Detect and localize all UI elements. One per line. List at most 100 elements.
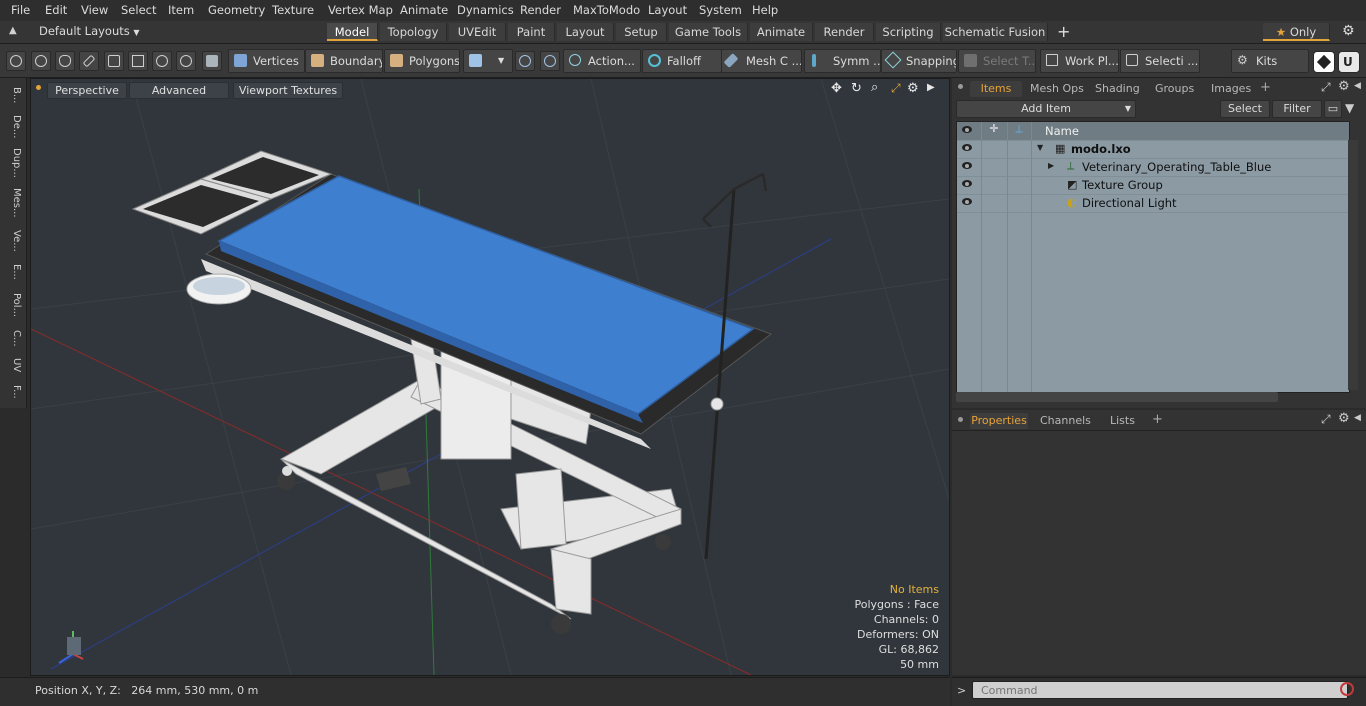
maximize-icon[interactable]: ⤢: [891, 81, 901, 96]
select-button[interactable]: Select: [1220, 100, 1270, 118]
expand-arrow-icon[interactable]: ▼: [1037, 143, 1043, 152]
menu-render[interactable]: Render: [520, 3, 561, 17]
tree-row-texture-group[interactable]: ◩ Texture Group: [957, 176, 1349, 195]
unity-icon[interactable]: [1313, 51, 1335, 73]
tab-paint[interactable]: Paint: [508, 23, 555, 41]
unreal-icon[interactable]: U: [1338, 51, 1360, 73]
snapping-button[interactable]: Snapping: [881, 49, 957, 73]
chevron-right-icon[interactable]: ▶: [927, 82, 935, 93]
add-tab-icon[interactable]: +: [1260, 80, 1271, 95]
material-mode-button[interactable]: ▼: [463, 49, 513, 73]
tab-items[interactable]: Items: [970, 81, 1022, 97]
panel-menu-dot-icon[interactable]: [958, 84, 963, 89]
tab-render[interactable]: Render: [815, 23, 874, 41]
tab-scripting[interactable]: Scripting: [876, 23, 941, 41]
filter-funnel-icon[interactable]: ▼: [1345, 101, 1354, 115]
scale-icon[interactable]: [176, 51, 196, 71]
kits-button[interactable]: ⚙ Kits: [1231, 49, 1309, 73]
tree-vertical-scrollbar[interactable]: [1348, 140, 1358, 390]
gear-icon[interactable]: ⚙: [1338, 79, 1350, 94]
tab-channels[interactable]: Channels: [1040, 413, 1091, 429]
selection-sets-button[interactable]: Selecti ...: [1120, 49, 1200, 73]
expand-arrow-icon[interactable]: ▶: [1048, 161, 1054, 170]
menu-view[interactable]: View: [81, 3, 108, 17]
left-tab-uv[interactable]: UV: [4, 354, 22, 376]
menu-edit[interactable]: Edit: [45, 3, 67, 17]
visibility-icon[interactable]: [962, 144, 972, 151]
symmetry-button[interactable]: Symm ...: [804, 49, 881, 73]
left-tab-fusion[interactable]: F...: [4, 380, 22, 404]
tree-row-light[interactable]: ◐ Directional Light: [957, 194, 1349, 213]
chevron-left-icon[interactable]: ◀: [1354, 81, 1361, 91]
pivot-icon[interactable]: [515, 51, 535, 71]
menu-help[interactable]: Help: [752, 3, 778, 17]
menu-vertex-map[interactable]: Vertex Map: [328, 3, 393, 17]
tab-groups[interactable]: Groups: [1155, 81, 1194, 97]
polygons-button[interactable]: Polygons: [384, 49, 460, 73]
lasso-icon[interactable]: [55, 51, 75, 71]
brush-icon[interactable]: [79, 51, 99, 71]
item-mode-icon[interactable]: [202, 51, 222, 71]
add-tab-button[interactable]: +: [1057, 22, 1070, 41]
tab-properties[interactable]: Properties: [970, 413, 1028, 429]
tree-horizontal-scrollbar[interactable]: [956, 392, 1278, 402]
expand-icon[interactable]: ⤢: [1321, 412, 1331, 427]
tab-schematic-fusion[interactable]: Schematic Fusion: [943, 23, 1048, 41]
rotate-icon[interactable]: [152, 51, 172, 71]
name-column-header[interactable]: Name: [1045, 124, 1079, 138]
record-icon[interactable]: [1340, 682, 1354, 696]
work-plane-button[interactable]: Work Pl...: [1040, 49, 1119, 73]
visibility-icon[interactable]: [962, 198, 972, 205]
tab-layout[interactable]: Layout: [557, 23, 614, 41]
filter-button[interactable]: Filter: [1272, 100, 1322, 118]
zoom-icon[interactable]: ⌕: [871, 80, 878, 95]
menu-animate[interactable]: Animate: [400, 3, 448, 17]
menu-system[interactable]: System: [699, 3, 742, 17]
tab-shading[interactable]: Shading: [1095, 81, 1140, 97]
gear-icon[interactable]: ⚙: [1338, 411, 1350, 426]
tab-animate[interactable]: Animate: [750, 23, 813, 41]
tab-game-tools[interactable]: Game Tools: [669, 23, 748, 41]
visibility-icon[interactable]: [962, 180, 972, 187]
panel-menu-dot-icon[interactable]: [958, 417, 963, 422]
transform-icon[interactable]: [104, 51, 124, 71]
left-tab-duplicate[interactable]: Dup...: [4, 146, 22, 180]
viewport-menu-dot-icon[interactable]: [36, 85, 41, 90]
tree-row-scene[interactable]: ▼ ▦ modo.lxo: [957, 140, 1349, 159]
expand-icon[interactable]: ⤢: [1321, 80, 1331, 95]
default-layouts-dropdown[interactable]: Default Layouts ▼: [39, 24, 140, 38]
menu-layout[interactable]: Layout: [648, 3, 687, 17]
tab-lists[interactable]: Lists: [1110, 413, 1135, 429]
viewport-textures-button[interactable]: Viewport Textures: [233, 82, 343, 99]
menu-file[interactable]: File: [11, 3, 30, 17]
layout-up-icon[interactable]: ▲: [9, 25, 17, 36]
center-icon[interactable]: [540, 51, 560, 71]
rotate-view-icon[interactable]: ↻: [851, 81, 862, 96]
boundary-button[interactable]: Boundary: [305, 49, 383, 73]
command-input[interactable]: [972, 681, 1348, 699]
visibility-icon[interactable]: [962, 162, 972, 169]
tab-setup[interactable]: Setup: [616, 23, 667, 41]
chevron-left-icon[interactable]: ◀: [1354, 413, 1361, 423]
action-button[interactable]: Action...: [563, 49, 641, 73]
globe-icon[interactable]: [31, 51, 51, 71]
left-tab-deform[interactable]: De...: [4, 112, 22, 142]
only-button[interactable]: ★ Only: [1263, 23, 1330, 41]
tree-row-mesh[interactable]: ▶ ⟂ Veterinary_Operating_Table_Blue: [957, 158, 1349, 177]
select-circle-icon[interactable]: [6, 51, 26, 71]
tab-mesh-ops[interactable]: Mesh Ops: [1030, 81, 1084, 97]
left-tab-edge[interactable]: E...: [4, 260, 22, 284]
select-through-button[interactable]: Select T...: [958, 49, 1036, 73]
pan-icon[interactable]: ✥: [831, 81, 842, 96]
falloff-button[interactable]: Falloff: [642, 49, 722, 73]
gear-icon[interactable]: ⚙: [1342, 23, 1355, 39]
menu-select[interactable]: Select: [121, 3, 156, 17]
menu-maxtomodo[interactable]: MaxToModo: [573, 3, 640, 17]
menu-item[interactable]: Item: [168, 3, 194, 17]
move-icon[interactable]: [128, 51, 148, 71]
vertices-button[interactable]: Vertices: [228, 49, 305, 73]
left-tab-mesh-edit[interactable]: Mes...: [4, 184, 22, 222]
mesh-constraint-button[interactable]: Mesh C ...: [721, 49, 802, 73]
tab-images[interactable]: Images: [1211, 81, 1251, 97]
tab-model[interactable]: Model: [327, 23, 378, 41]
